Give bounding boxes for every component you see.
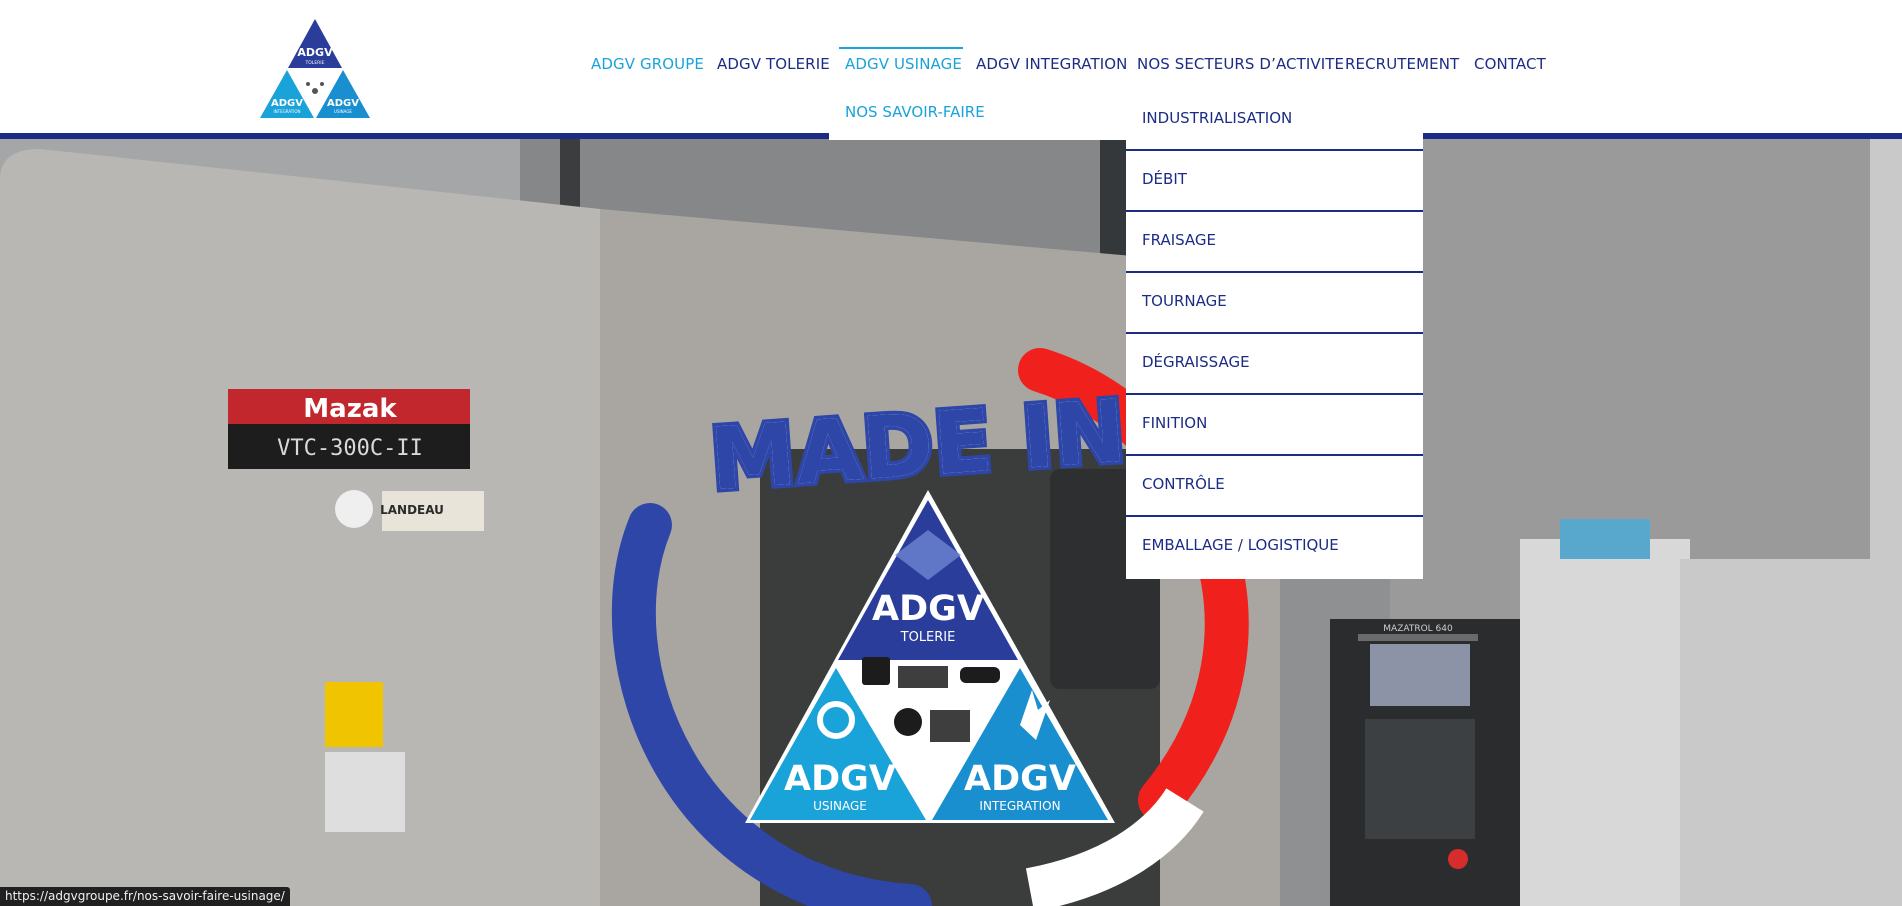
sticker-label: LANDEAU (380, 503, 444, 517)
submenu-item-industrialisation[interactable]: INDUSTRIALISATION (1126, 90, 1423, 151)
nav-recrutement[interactable]: RECRUTEMENT (1345, 52, 1459, 76)
svg-text:ADGV: ADGV (271, 98, 303, 109)
submenu-item-controle[interactable]: CONTRÔLE (1126, 456, 1423, 517)
link-status-url: https://adgvgroupe.fr/nos-savoir-faire-u… (0, 887, 290, 906)
submenu-item-emballage-logistique[interactable]: EMBALLAGE / LOGISTIQUE (1126, 517, 1423, 579)
svg-text:INTEGRATION: INTEGRATION (979, 799, 1060, 813)
menu-item-nos-savoir-faire[interactable]: NOS SAVOIR-FAIRE (845, 103, 985, 121)
submenu-item-finition[interactable]: FINITION (1126, 395, 1423, 456)
svg-text:ADGV: ADGV (964, 759, 1076, 799)
savoir-faire-submenu: INDUSTRIALISATION DÉBIT FRAISAGE TOURNAG… (1126, 90, 1423, 579)
machine-model-label: VTC-300C-II (277, 436, 423, 461)
nav-contact[interactable]: CONTACT (1474, 52, 1546, 76)
svg-text:USINAGE: USINAGE (813, 799, 867, 813)
svg-text:MADE IN: MADE IN (707, 382, 1129, 511)
usinage-dropdown: NOS SAVOIR-FAIRE (829, 90, 1126, 140)
control-panel-label: MAZATROL 640 (1383, 624, 1453, 634)
nav-adgv-integration[interactable]: ADGV INTEGRATION (976, 52, 1128, 76)
machine-brand-label: Mazak (303, 394, 397, 424)
nav-adgv-usinage[interactable]: ADGV USINAGE (839, 47, 963, 76)
svg-text:TOLERIE: TOLERIE (900, 630, 956, 645)
nav-adgv-groupe[interactable]: ADGV GROUPE (591, 52, 704, 76)
svg-text:ADGV: ADGV (872, 589, 984, 629)
main-nav: ADGV GROUPE ADGV TOLERIE ADGV USINAGE AD… (0, 47, 1902, 76)
svg-text:ADGV: ADGV (784, 759, 896, 799)
submenu-item-debit[interactable]: DÉBIT (1126, 151, 1423, 212)
submenu-item-tournage[interactable]: TOURNAGE (1126, 273, 1423, 334)
svg-text:USINAGE: USINAGE (334, 109, 352, 114)
hero-scroll-strip (1870, 139, 1902, 906)
nav-secteurs-activite[interactable]: NOS SECTEURS D’ACTIVITE (1137, 52, 1344, 76)
svg-text:ADGV: ADGV (327, 98, 359, 109)
submenu-item-fraisage[interactable]: FRAISAGE (1126, 212, 1423, 273)
svg-text:INTEGRATION: INTEGRATION (273, 109, 300, 114)
nav-adgv-tolerie[interactable]: ADGV TOLERIE (717, 52, 830, 76)
submenu-item-degraissage[interactable]: DÉGRAISSAGE (1126, 334, 1423, 395)
